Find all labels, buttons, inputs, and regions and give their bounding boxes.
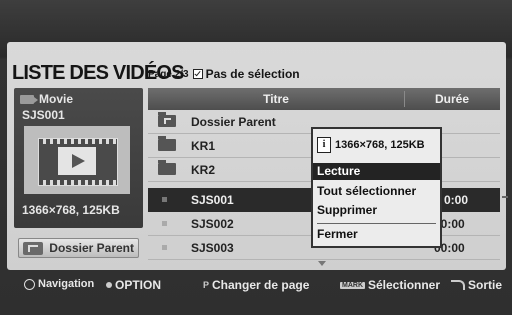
preview-label: Movie [39,92,74,106]
parent-folder-label: Dossier Parent [49,241,134,255]
footer-page-change: P Changer de page [203,278,310,292]
menu-delete[interactable]: Supprimer [313,202,440,219]
item-name: SJS003 [191,241,234,255]
item-name: SJS002 [191,217,234,231]
video-file-icon [162,221,167,226]
footer-exit: Sortie [451,278,502,292]
play-icon [72,154,85,168]
column-title: Titre [263,92,289,106]
folder-up-icon [158,112,176,127]
film-icon [38,138,118,186]
folder-up-icon [23,242,43,255]
option-popup: i 1366×768, 125KB Lecture Tout sélection… [311,127,442,248]
parent-folder-button[interactable]: Dossier Parent [18,238,139,258]
page-info: Page 2/3 Pas de sélection [148,67,300,81]
item-name: Dossier Parent [191,115,276,129]
preview-thumbnail [24,126,130,194]
preview-name: SJS001 [22,108,65,122]
item-name: KR2 [191,163,216,177]
menu-play[interactable]: Lecture [313,163,440,180]
list-header: Titre Durée [148,88,500,110]
video-file-icon [162,245,167,250]
menu-close[interactable]: Fermer [313,226,440,243]
item-duration: 0:00 [444,193,469,207]
scroll-knob[interactable] [502,196,508,198]
info-icon: i [317,136,331,153]
folder-icon [158,136,176,151]
menu-divider [317,223,436,224]
item-name: KR1 [191,139,216,153]
preview-header: Movie [20,92,73,106]
footer-help: Navigation OPTION P Changer de page MARK… [0,270,512,298]
folder-icon [158,160,176,175]
navigation-icon [24,278,35,290]
movie-camera-icon [20,94,38,104]
footer-option: OPTION [106,278,161,292]
mark-icon: MARK [340,281,365,289]
footer-navigation: Navigation [24,278,94,290]
page-icon: P [203,280,210,290]
preview-panel: Movie SJS001 1366×768, 125KB [14,88,143,228]
footer-select: MARK Sélectionner [340,278,441,292]
preview-resolution: 1366×768, 125KB [22,203,120,217]
option-icon [106,282,112,288]
scroll-down-icon[interactable] [318,261,326,266]
video-file-icon [162,197,167,202]
popup-info-text: 1366×768, 125KB [335,138,425,151]
menu-select-all[interactable]: Tout sélectionner [313,183,440,200]
column-duration: Durée [434,92,469,106]
checkbox-icon [192,69,203,79]
page-indicator: Page 2/3 [148,68,189,80]
popup-info: i 1366×768, 125KB [317,136,425,153]
scrollbar[interactable] [500,110,508,260]
selection-status: Pas de sélection [205,67,300,81]
item-name: SJS001 [191,193,234,207]
screen: LISTE DES VIDÉOS Page 2/3 Pas de sélecti… [0,0,512,315]
exit-icon [451,280,465,290]
